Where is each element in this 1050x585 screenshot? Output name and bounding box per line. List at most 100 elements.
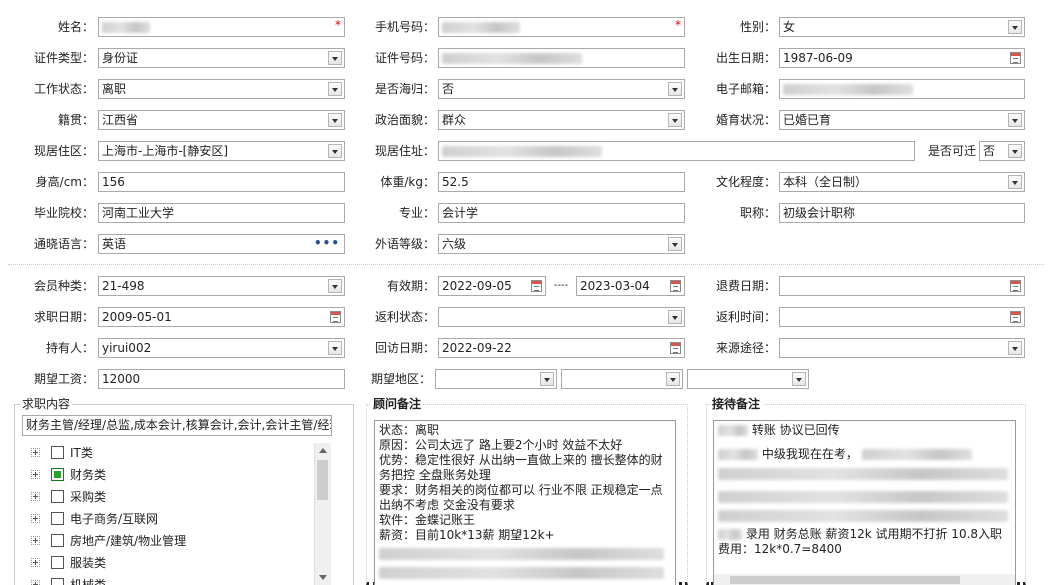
- title-field[interactable]: 初级会计职称: [779, 203, 1025, 223]
- job-content-summary[interactable]: 财务主管/经理/总监,成本会计,核算会计,会计,会计主管/经理: [22, 415, 332, 436]
- category-checkbox[interactable]: [51, 490, 64, 503]
- calendar-icon[interactable]: [670, 342, 681, 354]
- current-area-select[interactable]: 上海市-上海市-[静安区]: [98, 141, 345, 161]
- expand-plus-icon[interactable]: [31, 470, 40, 479]
- more-options-icon[interactable]: •••: [314, 235, 340, 252]
- calendar-icon[interactable]: [670, 280, 681, 292]
- work-status-select[interactable]: 离职: [98, 79, 345, 99]
- major-field[interactable]: 会计学: [438, 203, 685, 223]
- chevron-down-icon[interactable]: [668, 82, 682, 96]
- rebate-time-label: 返利时间：: [715, 310, 776, 324]
- member-type-label: 会员种类：: [33, 279, 94, 293]
- chevron-down-icon[interactable]: [540, 372, 554, 386]
- scroll-thumb[interactable]: [317, 460, 328, 500]
- category-item[interactable]: 电子商务/互联网: [26, 509, 316, 529]
- education-select[interactable]: 本科（全日制）: [779, 172, 1025, 192]
- expected-salary-field[interactable]: 12000: [98, 369, 345, 389]
- category-checkbox[interactable]: [51, 446, 64, 459]
- source-select[interactable]: [779, 338, 1025, 358]
- scroll-up-icon[interactable]: [319, 448, 327, 453]
- birth-date-field[interactable]: 1987-06-09: [779, 48, 1025, 68]
- member-type-select[interactable]: 21-498: [98, 276, 345, 296]
- chevron-down-icon[interactable]: [328, 51, 342, 65]
- category-item[interactable]: 采购类: [26, 487, 316, 507]
- chevron-down-icon[interactable]: [1008, 20, 1022, 34]
- expand-plus-icon[interactable]: [31, 448, 40, 457]
- current-address-field[interactable]: [438, 141, 915, 161]
- scroll-down-icon[interactable]: [319, 575, 327, 580]
- chevron-down-icon[interactable]: [668, 237, 682, 251]
- valid-start-field[interactable]: 2022-09-05: [438, 276, 546, 296]
- weight-field[interactable]: 52.5: [438, 172, 685, 192]
- id-type-select[interactable]: 身份证: [98, 48, 345, 68]
- calendar-icon[interactable]: [1010, 311, 1021, 323]
- chevron-down-icon[interactable]: [1008, 175, 1022, 189]
- calendar-icon[interactable]: [1010, 280, 1021, 292]
- chevron-down-icon[interactable]: [668, 113, 682, 127]
- language-level-select[interactable]: 六级: [438, 234, 685, 254]
- category-item[interactable]: 服装类: [26, 553, 316, 573]
- school-field[interactable]: 河南工业大学: [98, 203, 345, 223]
- rebate-time-field[interactable]: [779, 307, 1025, 327]
- gender-select[interactable]: 女: [779, 17, 1025, 37]
- category-item[interactable]: IT类: [26, 443, 316, 463]
- native-place-select[interactable]: 江西省: [98, 110, 345, 130]
- relocatable-select[interactable]: 否: [979, 141, 1025, 161]
- calendar-icon[interactable]: [1010, 52, 1021, 64]
- holder-select[interactable]: yirui002: [98, 338, 345, 358]
- category-checkbox[interactable]: [51, 556, 64, 569]
- category-item[interactable]: 财务类: [26, 465, 316, 485]
- chevron-down-icon[interactable]: [328, 144, 342, 158]
- source-label: 来源途径：: [715, 341, 776, 355]
- consultant-notes-text[interactable]: 状态：离职 原因：公司太远了 路上要2个小时 效益不太好 优势：稳定性很好 从出…: [374, 420, 676, 585]
- chevron-down-icon[interactable]: [792, 372, 806, 386]
- expand-plus-icon[interactable]: [31, 558, 40, 567]
- chevron-down-icon[interactable]: [328, 341, 342, 355]
- phone-field[interactable]: *: [438, 17, 685, 37]
- chevron-down-icon[interactable]: [1008, 341, 1022, 355]
- region-city-select[interactable]: [561, 369, 683, 389]
- chevron-down-icon[interactable]: [328, 279, 342, 293]
- name-field[interactable]: *: [98, 17, 345, 37]
- chevron-down-icon[interactable]: [668, 310, 682, 324]
- calendar-icon[interactable]: [531, 280, 542, 292]
- chevron-down-icon[interactable]: [328, 113, 342, 127]
- current-area-value: 上海市-上海市-[静安区]: [102, 144, 229, 158]
- chevron-down-icon[interactable]: [328, 82, 342, 96]
- political-select[interactable]: 群众: [438, 110, 685, 130]
- category-checkbox[interactable]: [51, 468, 64, 481]
- expand-plus-icon[interactable]: [31, 536, 40, 545]
- expand-plus-icon[interactable]: [31, 580, 40, 585]
- chevron-down-icon[interactable]: [1008, 144, 1022, 158]
- category-checkbox[interactable]: [51, 534, 64, 547]
- marital-select[interactable]: 已婚已育: [779, 110, 1025, 130]
- calendar-icon[interactable]: [330, 311, 341, 323]
- id-number-field[interactable]: [438, 48, 685, 68]
- category-scrollbar[interactable]: [314, 443, 331, 585]
- language-field[interactable]: 英语 •••: [98, 234, 345, 254]
- revisit-date-field[interactable]: 2022-09-22: [438, 338, 685, 358]
- category-label: 电子商务/互联网: [70, 512, 159, 526]
- expand-plus-icon[interactable]: [31, 514, 40, 523]
- height-field[interactable]: 156: [98, 172, 345, 192]
- education-value: 本科（全日制）: [783, 175, 868, 189]
- category-checkbox[interactable]: [51, 578, 64, 585]
- chevron-down-icon[interactable]: [1008, 113, 1022, 127]
- expand-plus-icon[interactable]: [31, 492, 40, 501]
- region-district-select[interactable]: [687, 369, 809, 389]
- reception-hscrollbar[interactable]: [714, 574, 1015, 585]
- valid-end-field[interactable]: 2023-03-04: [576, 276, 685, 296]
- chevron-down-icon[interactable]: [666, 372, 680, 386]
- category-item[interactable]: 机械类: [26, 575, 316, 585]
- job-date-field[interactable]: 2009-05-01: [98, 307, 345, 327]
- reception-notes-text[interactable]: 转账 协议已回传 中级我现在在考， 录用 财务总账 薪资12k 试用期不打折 1…: [713, 420, 1016, 585]
- refund-date-field[interactable]: [779, 276, 1025, 296]
- email-field[interactable]: [779, 79, 1025, 99]
- rebate-status-select[interactable]: [438, 307, 685, 327]
- category-item[interactable]: 房地产/建筑/物业管理: [26, 531, 316, 551]
- region-province-select[interactable]: [435, 369, 557, 389]
- category-checkbox[interactable]: [51, 512, 64, 525]
- birth-date-value: 1987-06-09: [783, 51, 853, 65]
- scroll-thumb[interactable]: [730, 576, 960, 584]
- overseas-select[interactable]: 否: [438, 79, 685, 99]
